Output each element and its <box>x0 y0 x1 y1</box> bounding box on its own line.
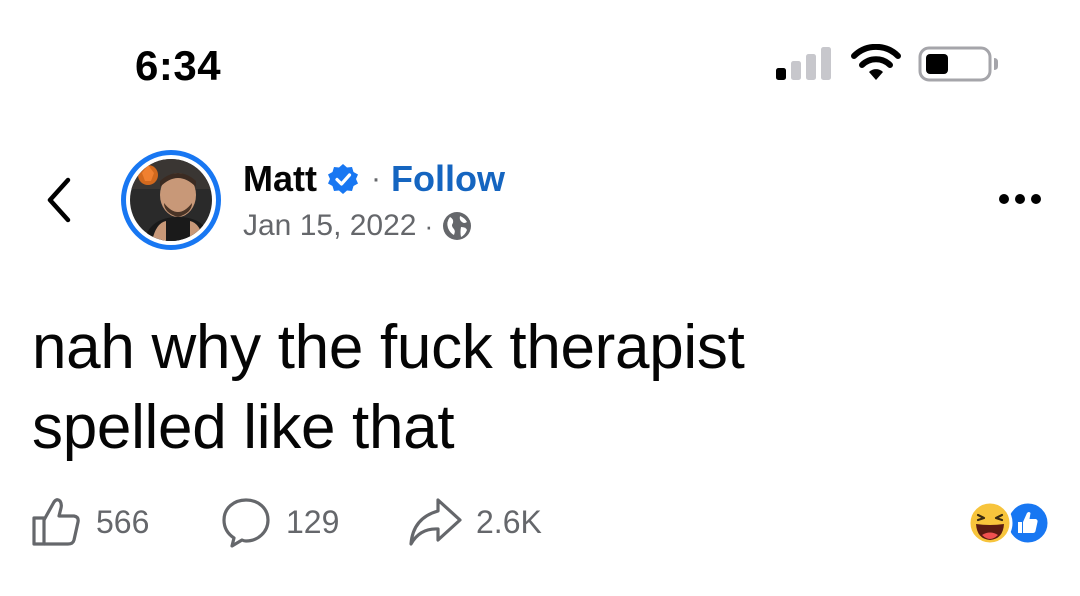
share-button[interactable]: 2.6K <box>408 494 542 550</box>
post-meta: Jan 15, 2022 · <box>243 205 473 247</box>
reaction-summary[interactable] <box>966 499 1052 547</box>
status-time: 6:34 <box>135 42 222 89</box>
status-bar: 6:34 <box>0 0 1080 130</box>
share-count: 2.6K <box>476 503 542 540</box>
action-bar: 566 129 2.6K <box>30 494 1060 550</box>
post-date[interactable]: Jan 15, 2022 <box>243 209 416 243</box>
comment-count: 129 <box>286 503 340 540</box>
share-arrow-icon <box>409 498 462 546</box>
post-text: nah why the fuck therapist spelled like … <box>32 308 1012 468</box>
like-reaction-icon <box>1005 500 1051 546</box>
post-text-line: spelled like that <box>32 393 455 462</box>
like-count: 566 <box>96 503 150 540</box>
separator-dot: · <box>424 210 434 241</box>
globe-icon <box>443 212 472 240</box>
post-text-line: nah why the fuck therapist <box>32 313 745 382</box>
follow-button[interactable]: Follow <box>391 158 505 200</box>
wifi-icon <box>851 44 901 80</box>
thumbs-up-icon <box>32 498 80 546</box>
comment-bubble-icon <box>222 498 270 548</box>
separator-dot: · <box>371 162 381 195</box>
verified-badge-icon <box>328 164 358 194</box>
battery-icon <box>918 46 998 82</box>
cellular-signal-icon <box>776 47 831 80</box>
more-options-button[interactable] <box>996 187 1044 211</box>
comment-button[interactable]: 129 <box>220 494 339 550</box>
avatar[interactable] <box>121 150 221 250</box>
like-button[interactable]: 566 <box>30 494 149 550</box>
author-name[interactable]: Matt <box>243 158 317 200</box>
author-row: Matt · Follow <box>243 156 505 202</box>
avatar-photo <box>130 159 212 241</box>
back-button[interactable] <box>36 172 84 228</box>
haha-reaction-icon <box>967 500 1013 546</box>
